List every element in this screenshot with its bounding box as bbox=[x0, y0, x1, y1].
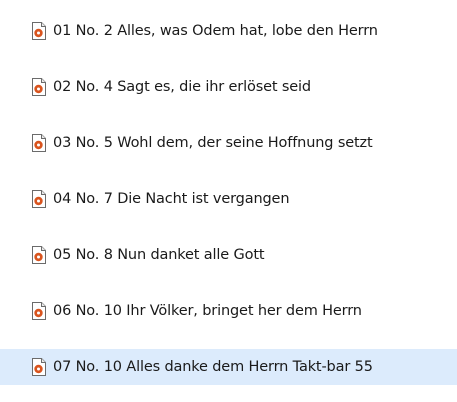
list-item-selected[interactable]: 07 No. 10 Alles danke dem Herrn Takt-bar… bbox=[0, 349, 457, 385]
file-name: 07 No. 10 Alles danke dem Herrn Takt-bar… bbox=[53, 359, 373, 375]
file-list: 01 No. 2 Alles, was Odem hat, lobe den H… bbox=[0, 0, 457, 402]
list-item[interactable]: 04 No. 7 Die Nacht ist vergangen bbox=[0, 181, 457, 217]
file-name: 03 No. 5 Wohl dem, der seine Hoffnung se… bbox=[53, 135, 373, 151]
list-item[interactable]: 02 No. 4 Sagt es, die ihr erlöset seid bbox=[0, 69, 457, 105]
file-name: 04 No. 7 Die Nacht ist vergangen bbox=[53, 191, 290, 207]
audio-file-icon bbox=[31, 246, 47, 264]
list-item[interactable]: 06 No. 10 Ihr Völker, bringet her dem He… bbox=[0, 293, 457, 329]
audio-file-icon bbox=[31, 78, 47, 96]
audio-file-icon bbox=[31, 22, 47, 40]
list-item[interactable]: 01 No. 2 Alles, was Odem hat, lobe den H… bbox=[0, 13, 457, 49]
file-name: 02 No. 4 Sagt es, die ihr erlöset seid bbox=[53, 79, 311, 95]
audio-file-icon bbox=[31, 358, 47, 376]
list-item[interactable]: 03 No. 5 Wohl dem, der seine Hoffnung se… bbox=[0, 125, 457, 161]
audio-file-icon bbox=[31, 302, 47, 320]
list-item[interactable]: 05 No. 8 Nun danket alle Gott bbox=[0, 237, 457, 273]
file-name: 05 No. 8 Nun danket alle Gott bbox=[53, 247, 265, 263]
file-name: 06 No. 10 Ihr Völker, bringet her dem He… bbox=[53, 303, 362, 319]
file-name: 01 No. 2 Alles, was Odem hat, lobe den H… bbox=[53, 23, 378, 39]
audio-file-icon bbox=[31, 134, 47, 152]
audio-file-icon bbox=[31, 190, 47, 208]
